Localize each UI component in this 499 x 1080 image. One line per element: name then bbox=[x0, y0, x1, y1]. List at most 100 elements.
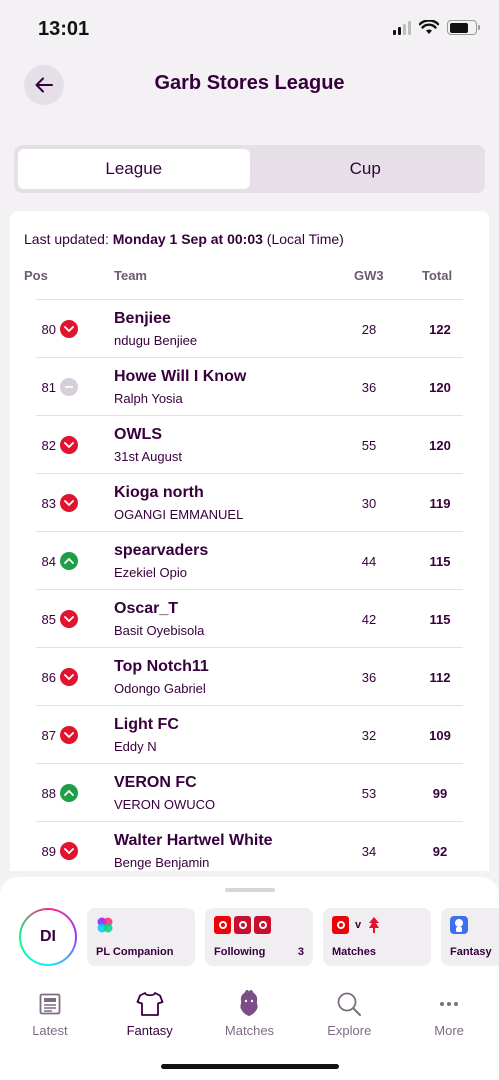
standings-card: Last updated: Monday 1 Sep at 00:03 (Loc… bbox=[10, 211, 489, 871]
manager-name: Benge Benjamin bbox=[114, 855, 210, 870]
matches-chip[interactable]: v Matches bbox=[323, 908, 431, 966]
table-row[interactable]: 80 Benjiee ndugu Benjiee 28 122 bbox=[36, 300, 463, 358]
movement-down-icon bbox=[60, 726, 78, 744]
matches-label: Matches bbox=[332, 946, 377, 958]
gameweek-points: 32 bbox=[361, 728, 377, 743]
bottom-tab-bar: Latest Fantasy Matches Explore More bbox=[0, 990, 499, 1050]
total-points: 109 bbox=[429, 728, 451, 743]
manager-name: Odongo Gabriel bbox=[114, 681, 206, 696]
team-name: Walter Hartwel White bbox=[114, 832, 273, 849]
gameweek-points: 44 bbox=[361, 554, 377, 569]
manager-name: Ralph Yosia bbox=[114, 391, 183, 406]
table-row[interactable]: 89 Walter Hartwel White Benge Benjamin 3… bbox=[36, 822, 463, 871]
tab-latest[interactable]: Latest bbox=[0, 990, 100, 1050]
tab-fantasy-label: Fantasy bbox=[126, 1023, 173, 1038]
following-label: Following bbox=[214, 946, 266, 958]
status-icons bbox=[393, 20, 480, 35]
team-name: OWLS bbox=[114, 426, 162, 443]
tab-explore[interactable]: Explore bbox=[299, 990, 399, 1050]
column-total: Total bbox=[422, 268, 453, 283]
avatar[interactable]: DI bbox=[19, 908, 77, 966]
standings-list: 80 Benjiee ndugu Benjiee 28 122 81 Howe … bbox=[36, 299, 463, 871]
last-updated: Last updated: Monday 1 Sep at 00:03 (Loc… bbox=[24, 231, 344, 247]
fantasy-chip[interactable]: Fantasy bbox=[441, 908, 499, 966]
tab-explore-label: Explore bbox=[327, 1023, 372, 1038]
shirt-icon bbox=[135, 990, 165, 1018]
column-pos: Pos bbox=[24, 268, 48, 283]
movement-down-icon bbox=[60, 436, 78, 454]
pl-companion-label: PL Companion bbox=[96, 946, 174, 958]
following-chip[interactable]: Following 3 bbox=[205, 908, 313, 966]
team-name: Light FC bbox=[114, 716, 179, 733]
column-gw: GW3 bbox=[354, 268, 384, 283]
gameweek-points: 28 bbox=[361, 322, 377, 337]
team-name: spearvaders bbox=[114, 542, 209, 559]
table-row[interactable]: 83 Kioga north OGANGI EMMANUEL 30 119 bbox=[36, 474, 463, 532]
tab-cup[interactable]: Cup bbox=[250, 149, 482, 189]
gameweek-points: 34 bbox=[361, 844, 377, 859]
page-title: Garb Stores League bbox=[154, 72, 345, 94]
total-points: 112 bbox=[429, 670, 451, 685]
home-indicator[interactable] bbox=[161, 1064, 339, 1069]
gameweek-points: 53 bbox=[361, 786, 377, 801]
manager-name: Ezekiel Opio bbox=[114, 565, 187, 580]
companion-sparkle-icon bbox=[97, 917, 113, 933]
tab-matches-label: Matches bbox=[224, 1023, 275, 1038]
arsenal-crest-icon bbox=[214, 916, 231, 934]
table-row[interactable]: 86 Top Notch11 Odongo Gabriel 36 112 bbox=[36, 648, 463, 706]
movement-same-icon bbox=[60, 378, 78, 396]
pl-companion-chip[interactable]: PL Companion bbox=[87, 908, 195, 966]
total-points: 115 bbox=[429, 554, 451, 569]
tab-matches[interactable]: Matches bbox=[200, 990, 300, 1050]
last-updated-datetime: Monday 1 Sep at 00:03 bbox=[112, 231, 263, 247]
manager-name: VERON OWUCO bbox=[114, 797, 216, 812]
fantasy-chip-label: Fantasy bbox=[450, 946, 492, 958]
manager-name: 31st August bbox=[114, 449, 182, 464]
total-points: 120 bbox=[429, 438, 451, 453]
row-position: 85 bbox=[41, 612, 56, 627]
row-position: 87 bbox=[41, 728, 56, 743]
movement-up-icon bbox=[60, 784, 78, 802]
total-points: 119 bbox=[429, 496, 451, 511]
row-position: 83 bbox=[41, 496, 56, 511]
tab-more[interactable]: More bbox=[399, 990, 499, 1050]
team-name: Kioga north bbox=[114, 484, 204, 501]
gameweek-points: 55 bbox=[361, 438, 377, 453]
manager-name: Eddy N bbox=[114, 739, 157, 754]
gameweek-points: 30 bbox=[361, 496, 377, 511]
versus-label: v bbox=[355, 919, 362, 931]
row-position: 82 bbox=[41, 438, 56, 453]
team-name: Howe Will I Know bbox=[114, 368, 247, 385]
sheet-drag-handle[interactable] bbox=[225, 888, 275, 892]
tab-league[interactable]: League bbox=[18, 149, 250, 189]
table-row[interactable]: 81 Howe Will I Know Ralph Yosia 36 120 bbox=[36, 358, 463, 416]
table-row[interactable]: 88 VERON FC VERON OWUCO 53 99 bbox=[36, 764, 463, 822]
movement-up-icon bbox=[60, 552, 78, 570]
team-name: Benjiee bbox=[114, 310, 171, 327]
tab-more-label: More bbox=[434, 1023, 464, 1038]
table-row[interactable]: 84 spearvaders Ezekiel Opio 44 115 bbox=[36, 532, 463, 590]
tab-latest-label: Latest bbox=[32, 1023, 68, 1038]
following-count: 3 bbox=[297, 946, 304, 958]
more-dots-icon bbox=[434, 990, 464, 1018]
total-points: 115 bbox=[429, 612, 451, 627]
table-row[interactable]: 82 OWLS 31st August 55 120 bbox=[36, 416, 463, 474]
movement-down-icon bbox=[60, 320, 78, 338]
newspaper-icon bbox=[35, 990, 65, 1018]
battery-icon bbox=[447, 20, 480, 35]
column-team: Team bbox=[114, 268, 147, 283]
table-row[interactable]: 85 Oscar_T Basit Oyebisola 42 115 bbox=[36, 590, 463, 648]
gameweek-points: 36 bbox=[361, 380, 377, 395]
tab-fantasy[interactable]: Fantasy bbox=[100, 990, 200, 1050]
row-position: 81 bbox=[41, 380, 56, 395]
table-row[interactable]: 87 Light FC Eddy N 32 109 bbox=[36, 706, 463, 764]
status-bar: 13:01 bbox=[0, 0, 499, 60]
last-updated-suffix: (Local Time) bbox=[262, 231, 344, 247]
manager-name: ndugu Benjiee bbox=[114, 333, 198, 348]
total-points: 122 bbox=[429, 322, 451, 337]
premier-league-lion-icon bbox=[450, 916, 468, 934]
team-name: VERON FC bbox=[114, 774, 197, 791]
nottingham-forest-crest-icon bbox=[369, 917, 380, 933]
cellular-signal-icon bbox=[393, 20, 411, 35]
movement-down-icon bbox=[60, 842, 78, 860]
